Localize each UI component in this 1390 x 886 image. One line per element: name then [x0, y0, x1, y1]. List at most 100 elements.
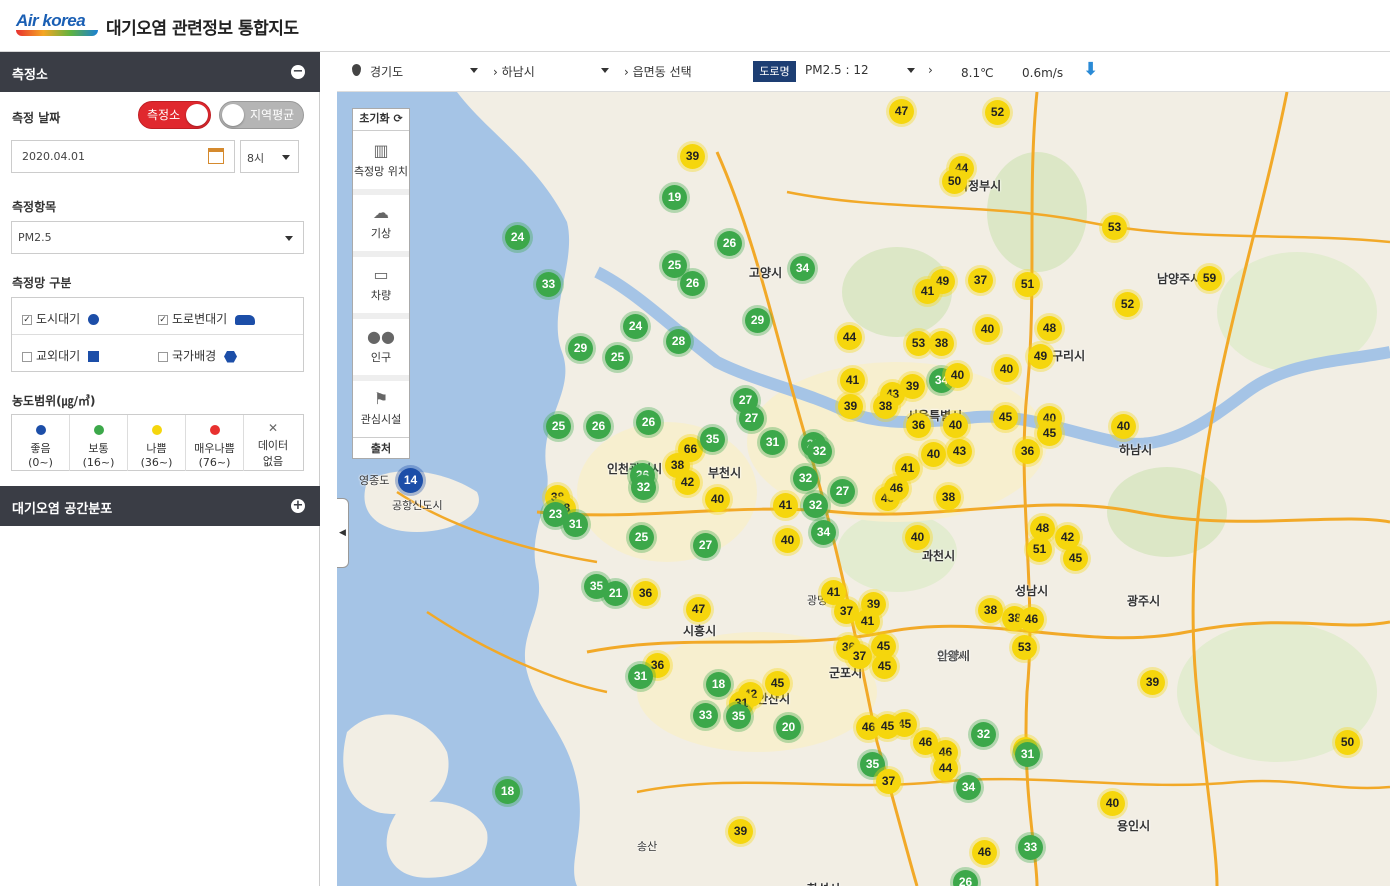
tool-station-location[interactable]: ▥ 측정망 위치 — [353, 135, 409, 185]
station-marker[interactable]: 26 — [680, 271, 705, 296]
station-marker[interactable]: 39 — [900, 374, 925, 399]
station-marker[interactable]: 18 — [706, 672, 731, 697]
station-marker[interactable]: 41 — [855, 609, 880, 634]
station-marker[interactable]: 44 — [837, 325, 862, 350]
station-marker[interactable]: 32 — [971, 722, 996, 747]
tool-vehicle[interactable]: ▭ 차량 — [353, 259, 409, 309]
station-marker[interactable]: 59 — [1197, 266, 1222, 291]
station-marker[interactable]: 41 — [773, 493, 798, 518]
station-marker[interactable]: 25 — [605, 345, 630, 370]
station-marker[interactable]: 27 — [739, 406, 764, 431]
province-select[interactable]: 경기도 — [370, 63, 478, 80]
station-marker[interactable]: 34 — [956, 775, 981, 800]
station-marker[interactable]: 33 — [693, 703, 718, 728]
station-marker[interactable]: 51 — [1015, 272, 1040, 297]
station-marker[interactable]: 36 — [906, 413, 931, 438]
station-marker[interactable]: 32 — [803, 493, 828, 518]
station-marker[interactable]: 26 — [636, 410, 661, 435]
airkorea-logo[interactable]: Air korea — [14, 9, 100, 39]
station-marker[interactable]: 52 — [1115, 292, 1140, 317]
station-marker[interactable]: 31 — [563, 512, 588, 537]
station-marker[interactable]: 45 — [875, 714, 900, 739]
item-select[interactable]: PM2.5 — [11, 221, 304, 254]
station-marker[interactable]: 39 — [680, 144, 705, 169]
station-marker[interactable]: 51 — [1027, 537, 1052, 562]
station-marker[interactable]: 32 — [793, 466, 818, 491]
station-marker[interactable]: 14 — [398, 468, 423, 493]
station-marker[interactable]: 46 — [972, 840, 997, 865]
station-marker[interactable]: 40 — [975, 317, 1000, 342]
station-marker[interactable]: 47 — [889, 99, 914, 124]
checkbox-unchecked[interactable] — [22, 351, 32, 362]
station-marker[interactable]: 37 — [847, 644, 872, 669]
expand-section-icon[interactable]: + — [291, 499, 305, 513]
station-marker[interactable]: 37 — [876, 769, 901, 794]
station-marker[interactable]: 46 — [884, 476, 909, 501]
station-marker[interactable]: 41 — [840, 368, 865, 393]
station-marker[interactable]: 34 — [790, 256, 815, 281]
station-marker[interactable]: 36 — [1015, 439, 1040, 464]
station-marker[interactable]: 37 — [968, 268, 993, 293]
pm-reading-select[interactable]: PM2.5 : 12 — [805, 63, 915, 77]
station-marker[interactable]: 49 — [1028, 344, 1053, 369]
station-marker[interactable]: 29 — [568, 336, 593, 361]
station-marker[interactable]: 33 — [1018, 835, 1043, 860]
station-marker[interactable]: 40 — [775, 528, 800, 553]
station-marker[interactable]: 28 — [666, 329, 691, 354]
station-marker[interactable]: 38 — [873, 394, 898, 419]
network-roadside[interactable]: ✓ 도로변대기 — [158, 310, 256, 327]
tool-population[interactable]: ●● 인구 — [353, 321, 409, 371]
station-marker[interactable]: 40 — [921, 442, 946, 467]
city-select[interactable]: › 하남시 — [493, 63, 609, 80]
checkbox-checked[interactable]: ✓ — [158, 314, 168, 325]
station-marker[interactable]: 31 — [628, 664, 653, 689]
station-toggle[interactable]: 측정소 — [138, 101, 211, 129]
station-marker[interactable]: 34 — [811, 520, 836, 545]
station-marker[interactable]: 50 — [942, 169, 967, 194]
station-marker[interactable]: 25 — [546, 414, 571, 439]
tool-weather[interactable]: ☁ 기상 — [353, 197, 409, 247]
station-marker[interactable]: 45 — [872, 654, 897, 679]
station-marker[interactable]: 27 — [830, 479, 855, 504]
network-background[interactable]: 국가배경 — [158, 347, 237, 364]
station-marker[interactable]: 45 — [993, 405, 1018, 430]
map-canvas[interactable]: 의정부시고양시남양주시구리시서울특별시하남시부천시인천광역시광명과천시성남시광주… — [337, 92, 1390, 886]
network-urban[interactable]: ✓ 도시대기 — [22, 310, 99, 327]
tool-facilities[interactable]: ⚑ 관심시설 — [353, 383, 409, 433]
station-marker[interactable]: 40 — [905, 525, 930, 550]
calendar-icon[interactable] — [208, 148, 224, 164]
station-marker[interactable]: 50 — [1335, 730, 1360, 755]
station-marker[interactable]: 39 — [728, 819, 753, 844]
station-marker[interactable]: 35 — [726, 704, 751, 729]
station-marker[interactable]: 42 — [675, 470, 700, 495]
station-marker[interactable]: 26 — [586, 414, 611, 439]
station-marker[interactable]: 40 — [994, 357, 1019, 382]
station-marker[interactable]: 36 — [633, 581, 658, 606]
station-marker[interactable]: 29 — [745, 308, 770, 333]
station-marker[interactable]: 25 — [629, 525, 654, 550]
region-average-toggle[interactable]: 지역평균 — [219, 101, 304, 129]
station-marker[interactable]: 20 — [776, 715, 801, 740]
station-marker[interactable]: 24 — [623, 314, 648, 339]
station-marker[interactable]: 26 — [717, 231, 742, 256]
station-marker[interactable]: 48 — [1037, 316, 1062, 341]
checkbox-checked[interactable]: ✓ — [22, 314, 32, 325]
station-marker[interactable]: 38 — [929, 331, 954, 356]
station-marker[interactable]: 46 — [1019, 607, 1044, 632]
road-name-badge[interactable]: 도로명 — [753, 61, 796, 82]
station-marker[interactable]: 40 — [945, 363, 970, 388]
station-marker[interactable]: 40 — [705, 487, 730, 512]
station-marker[interactable]: 21 — [603, 581, 628, 606]
station-marker[interactable]: 40 — [943, 413, 968, 438]
station-marker[interactable]: 52 — [985, 100, 1010, 125]
reset-button[interactable]: 초기화 ⟳ — [353, 109, 409, 131]
station-marker[interactable]: 53 — [906, 331, 931, 356]
station-marker[interactable]: 32 — [807, 439, 832, 464]
station-marker[interactable]: 35 — [700, 427, 725, 452]
station-marker[interactable]: 41 — [915, 279, 940, 304]
station-marker[interactable]: 39 — [838, 394, 863, 419]
station-marker[interactable]: 38 — [978, 598, 1003, 623]
checkbox-unchecked[interactable] — [158, 351, 168, 362]
station-marker[interactable]: 38 — [936, 485, 961, 510]
town-select[interactable]: › 읍면동 선택 — [624, 63, 738, 80]
